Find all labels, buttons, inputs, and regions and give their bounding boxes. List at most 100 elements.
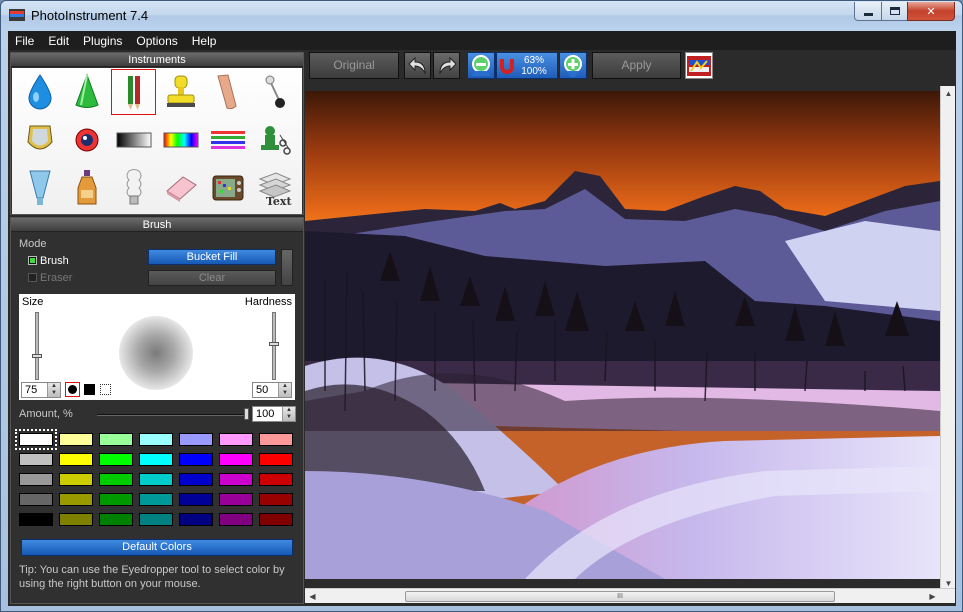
brush-mode-checkbox[interactable] (28, 256, 37, 265)
color-swatch[interactable] (19, 473, 59, 493)
photo-canvas[interactable] (305, 91, 940, 579)
zoom-in-button[interactable] (559, 52, 587, 79)
menu-plugins[interactable]: Plugins (76, 31, 129, 50)
redo-button[interactable] (433, 52, 460, 79)
vertical-scrollbar[interactable]: ▲ ▼ (940, 86, 955, 592)
color-swatch[interactable] (59, 473, 99, 493)
size-slider-thumb[interactable] (32, 354, 42, 358)
square-brush-shape-button[interactable] (84, 384, 95, 395)
color-swatch[interactable] (179, 453, 219, 473)
zoom-out-button[interactable] (467, 52, 495, 79)
tool-text-layers[interactable]: Text (251, 164, 298, 212)
tool-pencils[interactable] (110, 68, 157, 116)
apply-button[interactable]: Apply (592, 52, 681, 79)
close-button[interactable]: ✕ (907, 2, 955, 21)
amount-spinbox[interactable]: 100 ▲ ▼ (252, 406, 296, 422)
eraser-mode-checkbox[interactable] (28, 273, 37, 282)
selection-brush-button[interactable] (100, 384, 111, 395)
logo-button[interactable] (685, 52, 713, 79)
color-swatch[interactable] (99, 473, 139, 493)
scroll-up-arrow[interactable]: ▲ (941, 86, 956, 101)
menu-help[interactable]: Help (185, 31, 224, 50)
color-swatch[interactable] (19, 513, 59, 533)
color-swatch[interactable] (259, 453, 299, 473)
tool-shield[interactable] (16, 116, 63, 164)
hardness-slider-track[interactable] (272, 312, 276, 380)
tool-eraser[interactable] (157, 164, 204, 212)
color-swatch[interactable] (219, 513, 259, 533)
color-swatch[interactable] (59, 453, 99, 473)
color-swatch[interactable] (179, 473, 219, 493)
amount-slider-track[interactable] (97, 414, 247, 416)
color-swatch[interactable] (99, 493, 139, 513)
size-spin-arrows[interactable]: ▲ ▼ (47, 383, 60, 397)
color-swatch[interactable] (219, 493, 259, 513)
tool-water-drop[interactable] (16, 68, 63, 116)
color-swatch[interactable] (19, 493, 59, 513)
title-bar[interactable]: PhotoInstrument 7.4 ✕ (1, 1, 962, 31)
mode-grip-handle[interactable] (281, 249, 293, 286)
tool-gradient[interactable] (110, 116, 157, 164)
hardness-spinbox[interactable]: 50 ▲ ▼ (252, 382, 292, 398)
vertical-scroll-thumb[interactable] (943, 102, 954, 576)
tool-bulb[interactable] (110, 164, 157, 212)
color-swatch[interactable] (219, 453, 259, 473)
tool-skin-tone[interactable] (204, 68, 251, 116)
tool-pin[interactable] (251, 68, 298, 116)
size-slider-track[interactable] (35, 312, 39, 380)
hardness-slider-thumb[interactable] (269, 342, 279, 346)
color-swatch[interactable] (99, 453, 139, 473)
round-brush-shape-button[interactable] (65, 382, 80, 397)
zoom-level-display[interactable]: 63% 100% (496, 52, 558, 79)
color-swatch[interactable] (219, 433, 259, 453)
color-swatch[interactable] (179, 513, 219, 533)
color-swatch[interactable] (59, 493, 99, 513)
tool-color-lines[interactable] (204, 116, 251, 164)
color-swatch[interactable] (139, 473, 179, 493)
horizontal-scrollbar[interactable]: ◀ III ▶ (305, 588, 955, 603)
tool-spectrum[interactable] (157, 116, 204, 164)
color-swatch[interactable] (259, 433, 299, 453)
original-button[interactable]: Original (309, 52, 399, 79)
color-swatch[interactable] (59, 433, 99, 453)
tool-clone-cut[interactable] (251, 116, 298, 164)
amount-spin-arrows[interactable]: ▲ ▼ (282, 407, 295, 421)
bucket-fill-button[interactable]: Bucket Fill (148, 249, 276, 265)
tool-red-eye[interactable] (63, 116, 110, 164)
color-swatch[interactable] (139, 493, 179, 513)
color-swatch[interactable] (99, 513, 139, 533)
image-canvas-area[interactable]: ▲ ▼ ◀ III ▶ (305, 86, 955, 606)
color-swatch[interactable] (139, 453, 179, 473)
color-swatch[interactable] (19, 453, 59, 473)
color-swatch[interactable] (15, 429, 59, 453)
minimize-button[interactable] (854, 2, 882, 21)
tool-stamp[interactable] (157, 68, 204, 116)
color-swatch[interactable] (179, 433, 219, 453)
tool-funnel[interactable] (16, 164, 63, 212)
maximize-button[interactable] (881, 2, 908, 21)
color-swatch[interactable] (259, 513, 299, 533)
color-swatch[interactable] (139, 433, 179, 453)
color-swatch[interactable] (179, 493, 219, 513)
scroll-right-arrow[interactable]: ▶ (925, 589, 940, 604)
scroll-left-arrow[interactable]: ◀ (305, 589, 320, 604)
color-swatch[interactable] (99, 433, 139, 453)
clear-button[interactable]: Clear (148, 270, 276, 286)
color-swatch[interactable] (259, 493, 299, 513)
default-colors-button[interactable]: Default Colors (21, 539, 293, 556)
tool-tv-noise[interactable] (204, 164, 251, 212)
color-swatch[interactable] (259, 473, 299, 493)
size-spinbox[interactable]: 75 ▲ ▼ (21, 382, 61, 398)
amount-slider-thumb[interactable] (244, 408, 249, 420)
color-swatch[interactable] (139, 513, 179, 533)
horizontal-scroll-thumb[interactable]: III (405, 591, 835, 602)
color-swatch[interactable] (59, 513, 99, 533)
menu-file[interactable]: File (8, 31, 41, 50)
undo-button[interactable] (404, 52, 431, 79)
tool-cone[interactable] (63, 68, 110, 116)
menu-edit[interactable]: Edit (41, 31, 76, 50)
color-swatch[interactable] (219, 473, 259, 493)
tool-bottle[interactable] (63, 164, 110, 212)
hardness-spin-arrows[interactable]: ▲ ▼ (278, 383, 291, 397)
menu-options[interactable]: Options (129, 31, 184, 50)
